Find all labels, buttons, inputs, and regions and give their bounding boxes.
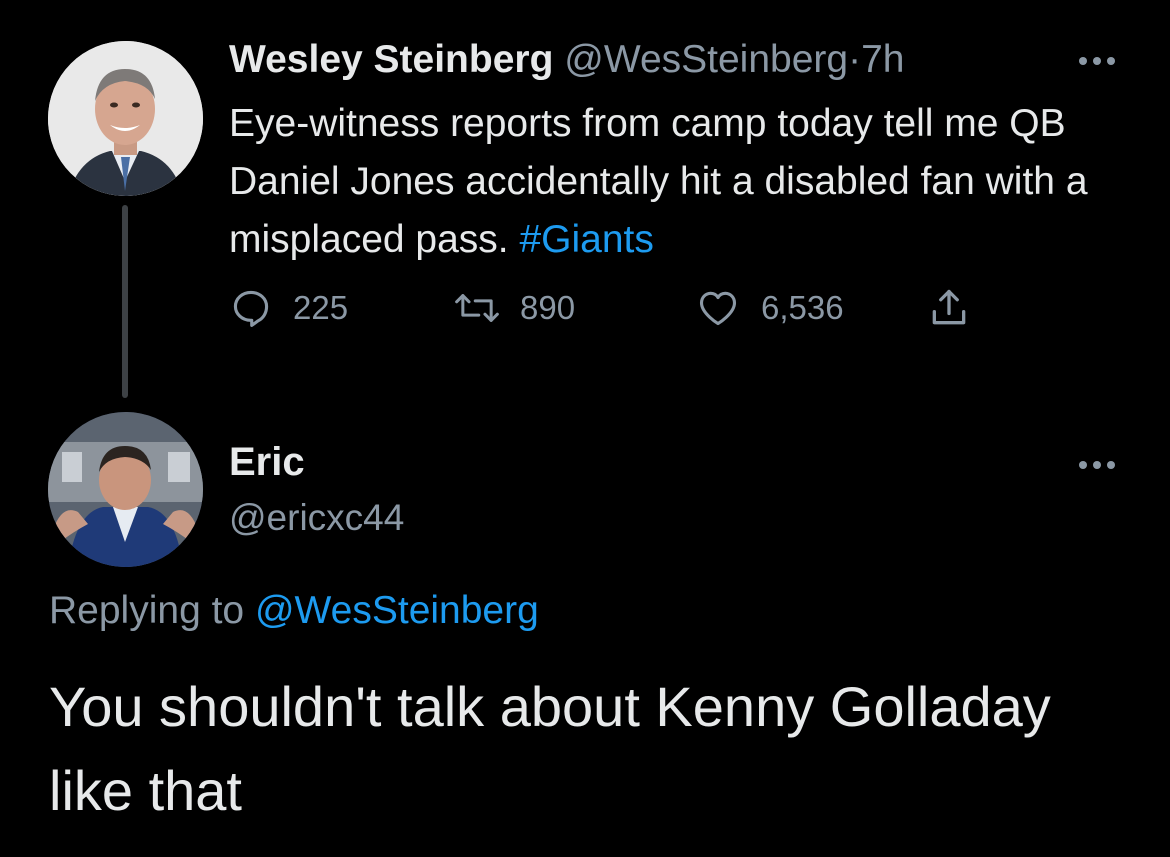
reply-icon	[233, 290, 269, 327]
author-avatar[interactable]	[48, 41, 203, 196]
reply-button[interactable]: 225	[229, 283, 348, 333]
tweet-body: Eye-witness reports from camp today tell…	[229, 102, 1088, 261]
heart-icon	[699, 291, 737, 326]
thread-connector-line	[122, 205, 128, 398]
replying-to-mention[interactable]: @WesSteinberg	[255, 589, 539, 632]
more-options-icon[interactable]	[1072, 44, 1122, 74]
share-icon	[932, 289, 966, 325]
separator-dot: ·	[848, 38, 862, 81]
like-button[interactable]: 6,536	[695, 283, 844, 333]
hashtag-link[interactable]: #Giants	[519, 218, 653, 261]
like-count: 6,536	[761, 289, 844, 326]
tweet-header: Wesley Steinberg @WesSteinberg·7h	[229, 34, 904, 86]
reply-author-avatar[interactable]	[48, 412, 203, 567]
retweet-icon	[455, 294, 499, 322]
author-handle[interactable]: @WesSteinberg	[564, 38, 848, 81]
reply-author-name[interactable]: Eric	[229, 436, 305, 488]
tweet-text: Eye-witness reports from camp today tell…	[229, 95, 1149, 269]
retweet-button[interactable]: 890	[454, 283, 575, 333]
replying-to-line: Replying to @WesSteinberg	[49, 585, 539, 637]
person-photo-avatar-icon	[48, 41, 203, 196]
tweet-time[interactable]: 7h	[861, 38, 904, 81]
reply-count: 225	[293, 289, 349, 326]
retweet-count: 890	[520, 289, 576, 326]
share-button[interactable]	[927, 283, 971, 333]
reply-author-handle[interactable]: @ericxc44	[229, 492, 404, 544]
reply-text: You shouldn't talk about Kenny Golladay …	[49, 675, 1051, 822]
author-name[interactable]: Wesley Steinberg	[229, 38, 553, 81]
replying-to-label: Replying to	[49, 589, 245, 632]
person-photo-avatar-icon	[48, 412, 203, 567]
tweet-thread: Wesley Steinberg @WesSteinberg·7h Eye-wi…	[0, 0, 1170, 857]
reply-more-options-icon[interactable]	[1072, 448, 1122, 478]
